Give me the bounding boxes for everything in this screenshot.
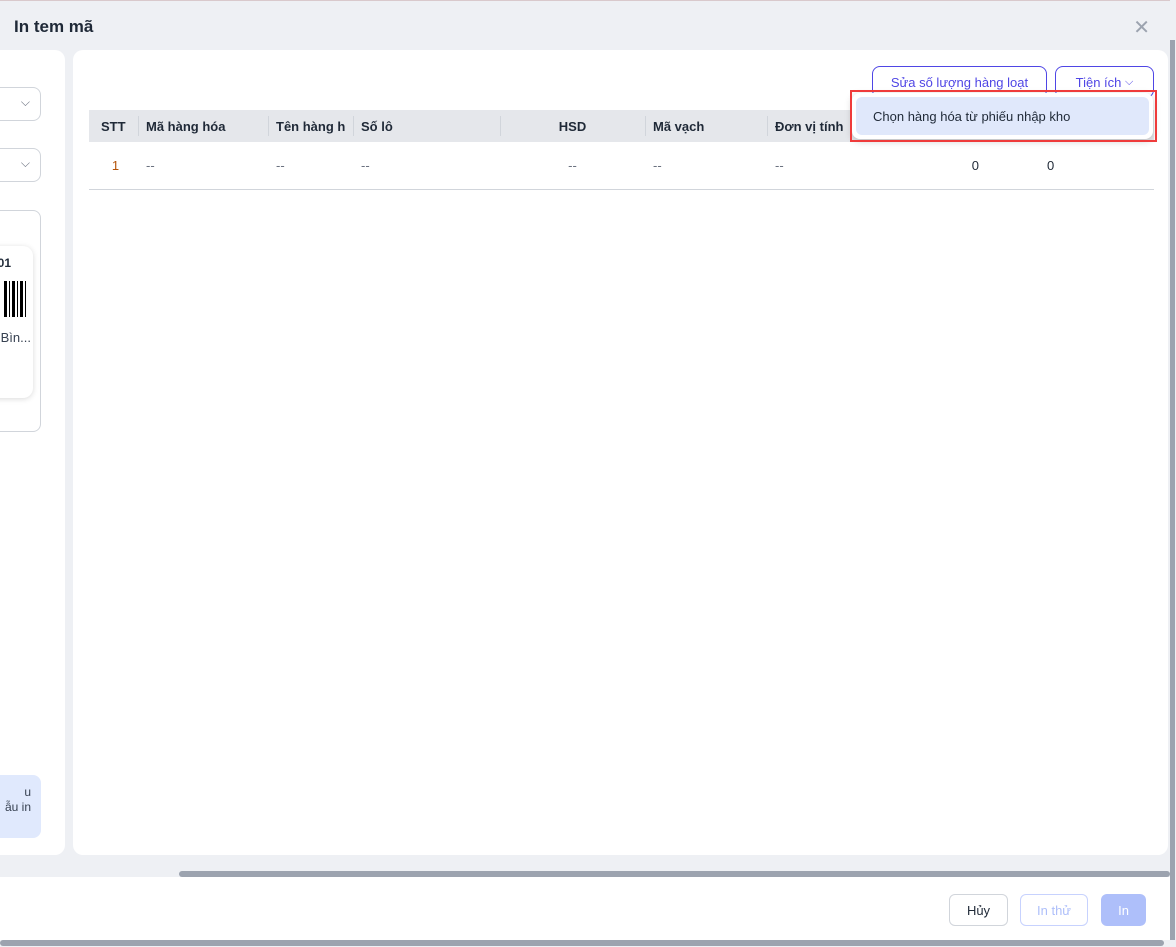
preview-name: Bìn...: [0, 330, 31, 345]
col-header: STT: [89, 110, 138, 142]
highlight-box: [850, 90, 1157, 142]
col-header: Mã vạch: [645, 110, 767, 142]
template-select[interactable]: ⌵: [0, 87, 41, 121]
col-header: Mã hàng hóa: [138, 110, 268, 142]
cell: --: [353, 142, 500, 190]
cell: --: [268, 142, 353, 190]
settings-panel: ⌵ ⌵ 01 Bìn... u ẫu in: [0, 50, 65, 855]
preview-code: 01: [0, 256, 11, 270]
col-header: Số lô: [353, 110, 500, 142]
chevron-down-icon: ⌵: [1125, 75, 1134, 88]
dialog-header: In tem mã ✕: [0, 0, 1170, 50]
note-line: ẫu in: [4, 800, 31, 814]
page-horizontal-scrollbar[interactable]: [0, 940, 1164, 946]
test-print-button[interactable]: In thử: [1020, 894, 1088, 926]
chevron-down-icon: ⌵: [20, 95, 30, 109]
chevron-down-icon: ⌵: [20, 156, 30, 170]
print-button[interactable]: In: [1101, 894, 1146, 926]
dialog-footer: Hủy In thử In: [0, 877, 1170, 940]
close-icon[interactable]: ✕: [1133, 15, 1150, 40]
vertical-scrollbar[interactable]: [1170, 40, 1175, 940]
cell: --: [645, 142, 767, 190]
quantity-cell[interactable]: 0: [887, 142, 987, 190]
quantity-cell[interactable]: 0: [987, 142, 1154, 190]
paper-size-select[interactable]: ⌵: [0, 148, 41, 182]
cell: --: [500, 142, 645, 190]
table-row: 1 -- -- -- -- -- -- 0 0: [89, 142, 1154, 190]
template-note[interactable]: u ẫu in: [0, 775, 41, 838]
dialog-title: In tem mã: [14, 17, 94, 36]
cancel-button[interactable]: Hủy: [949, 894, 1008, 926]
cell: --: [767, 142, 887, 190]
col-header: HSD: [500, 110, 645, 142]
label-preview: 01 Bìn...: [0, 210, 41, 432]
utilities-label: Tiện ích: [1075, 74, 1122, 90]
cell: --: [138, 142, 268, 190]
cell: 1: [89, 142, 138, 190]
note-line: u: [24, 785, 31, 799]
label-card: 01 Bìn...: [0, 246, 33, 398]
col-header: Tên hàng h: [268, 110, 353, 142]
items-panel: Sửa số lượng hàng loạt Tiện ích ⌵ STT Mã…: [73, 50, 1168, 855]
barcode-image: [4, 281, 26, 317]
